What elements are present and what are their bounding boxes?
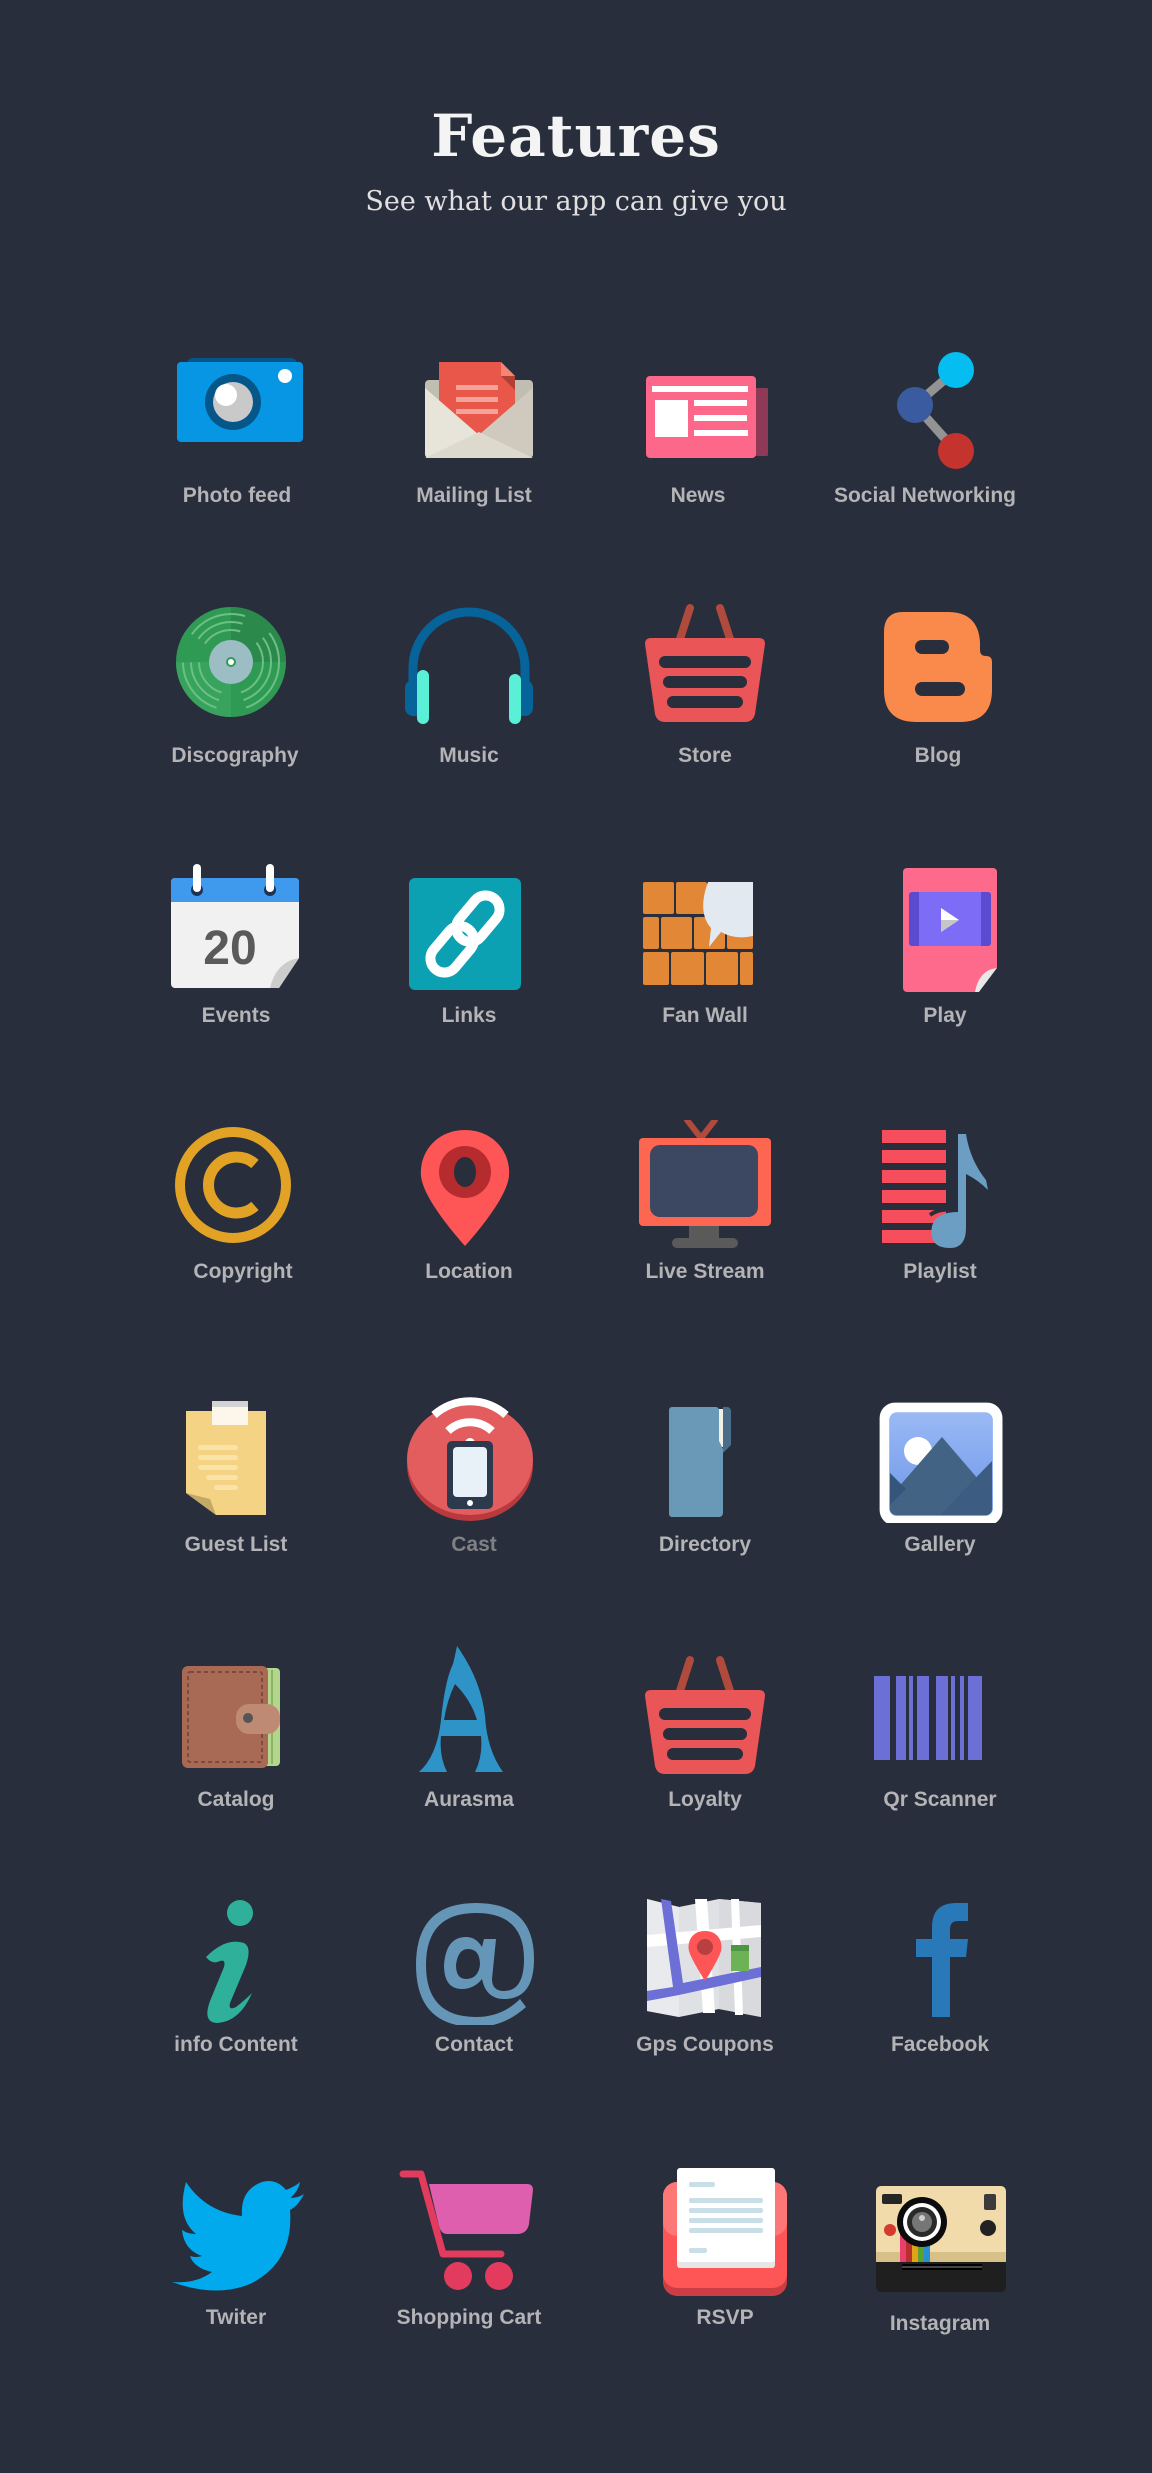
info-icon	[206, 1900, 253, 2023]
feature-social-networking[interactable]: Social Networking	[795, 340, 1055, 508]
blogger-icon	[884, 612, 992, 722]
feature-label: Guest List	[184, 1533, 288, 1556]
feature-label: Copyright	[193, 1260, 293, 1283]
feature-fan-wall[interactable]: Fan Wall	[575, 862, 835, 1028]
feature-label: Twiter	[205, 2306, 267, 2329]
aurasma-icon	[419, 1646, 503, 1772]
newspaper-icon	[646, 376, 768, 458]
headphones-icon	[405, 607, 533, 724]
feature-playlist[interactable]: Playlist	[810, 1120, 1070, 1284]
feature-label: Events	[201, 1004, 271, 1027]
feature-blog[interactable]: Blog	[808, 600, 1068, 768]
feature-label: Contact	[434, 2033, 514, 2056]
facebook-icon	[916, 1903, 968, 2017]
feature-discography[interactable]: Discography	[105, 600, 365, 768]
cast-phone-icon	[407, 1397, 533, 1521]
playlist-note-icon	[882, 1130, 988, 1248]
feature-label: Instagram	[889, 2312, 991, 2335]
calendar-icon: 20	[171, 864, 299, 988]
feature-label: Play	[923, 1004, 967, 1027]
feature-mailing-list[interactable]: Mailing List	[344, 340, 604, 508]
feature-label: Loyalty	[668, 1788, 742, 1811]
chain-link-icon	[409, 878, 521, 990]
feature-location[interactable]: Location	[339, 1120, 599, 1284]
feature-guest-list[interactable]: Guest List	[106, 1393, 366, 1557]
map-pin-icon	[420, 1130, 510, 1246]
twitter-bird-icon	[172, 2181, 304, 2291]
feature-catalog[interactable]: Catalog	[106, 1652, 366, 1812]
camera-icon	[177, 358, 303, 442]
feature-gallery[interactable]: Gallery	[810, 1393, 1070, 1557]
basket-icon	[645, 604, 765, 722]
feature-label: Catalog	[197, 1788, 275, 1811]
feature-loyalty[interactable]: Loyalty	[575, 1652, 835, 1812]
tv-icon	[639, 1120, 771, 1248]
feature-copyright[interactable]: Copyright	[113, 1120, 373, 1284]
feature-music[interactable]: Music	[339, 600, 599, 768]
folder-icon	[669, 1407, 731, 1517]
feature-label: Store	[678, 744, 732, 767]
share-icon	[897, 352, 974, 469]
feature-play[interactable]: Play	[815, 862, 1075, 1028]
feature-label: Mailing List	[416, 484, 532, 507]
feature-directory[interactable]: Directory	[575, 1393, 835, 1557]
feature-qr-scanner[interactable]: Qr Scanner	[810, 1652, 1070, 1812]
map-icon	[647, 1899, 761, 2017]
video-file-icon	[903, 868, 997, 992]
feature-live-stream[interactable]: Live Stream	[575, 1120, 835, 1284]
feature-aurasma[interactable]: Aurasma	[339, 1640, 599, 1812]
basket-icon	[645, 1656, 765, 1774]
feature-instagram[interactable]: Instagram	[810, 2168, 1070, 2336]
feature-label: Live Stream	[645, 1260, 765, 1283]
instagram-camera-icon	[876, 2186, 1006, 2292]
feature-photo-feed[interactable]: Photo feed	[107, 340, 367, 508]
feature-cast[interactable]: Cast	[344, 1393, 604, 1557]
feature-label: Directory	[658, 1533, 752, 1556]
feature-label: Shopping Cart	[396, 2306, 542, 2329]
feature-label: Aurasma	[424, 1788, 514, 1811]
feature-gps-coupons[interactable]: Gps Coupons	[575, 1895, 835, 2057]
feature-label: Qr Scanner	[883, 1788, 997, 1811]
feature-label: Music	[439, 744, 499, 767]
image-icon	[879, 1402, 1003, 1523]
vinyl-record-icon	[176, 607, 286, 717]
feature-label: Playlist	[903, 1260, 977, 1283]
feature-links[interactable]: Links	[339, 862, 599, 1028]
page-subtitle: See what our app can give you	[365, 186, 787, 217]
feature-label: News	[670, 484, 726, 507]
feature-facebook[interactable]: Facebook	[810, 1895, 1070, 2057]
shopping-cart-icon	[399, 2170, 533, 2290]
feature-contact[interactable]: Contact	[344, 1895, 604, 2057]
feature-label: Location	[425, 1260, 513, 1283]
feature-label: Fan Wall	[662, 1004, 748, 1027]
feature-label: Blog	[914, 744, 962, 767]
feature-twiter[interactable]: Twiter	[106, 2168, 366, 2330]
feature-store[interactable]: Store	[575, 600, 835, 768]
page-title: Features	[431, 102, 721, 170]
feature-label: Photo feed	[182, 484, 292, 507]
feature-events[interactable]: 20 Events	[106, 862, 366, 1028]
feature-label: Gallery	[904, 1533, 976, 1556]
copyright-icon	[175, 1127, 291, 1243]
feature-news[interactable]: News	[568, 340, 828, 508]
feature-label: info Content	[174, 2033, 298, 2056]
feature-label: Links	[441, 1004, 497, 1027]
feature-label: Gps Coupons	[636, 2033, 774, 2056]
envelope-icon	[425, 362, 533, 458]
brick-wall-speech-icon	[643, 882, 753, 985]
wallet-icon	[182, 1666, 280, 1768]
at-sign-icon	[416, 1903, 534, 2025]
feature-info-content[interactable]: info Content	[106, 1895, 366, 2057]
sticky-note-icon	[186, 1401, 266, 1515]
feature-label: Facebook	[890, 2033, 990, 2056]
feature-shopping-cart[interactable]: Shopping Cart	[339, 2168, 599, 2330]
feature-label: Social Networking	[833, 484, 1017, 507]
feature-label: Discography	[171, 744, 299, 767]
barcode-icon	[874, 1676, 982, 1760]
calendar-day: 20	[203, 922, 256, 975]
feature-label: Cast	[451, 1533, 497, 1556]
rsvp-card-icon	[663, 2168, 787, 2296]
